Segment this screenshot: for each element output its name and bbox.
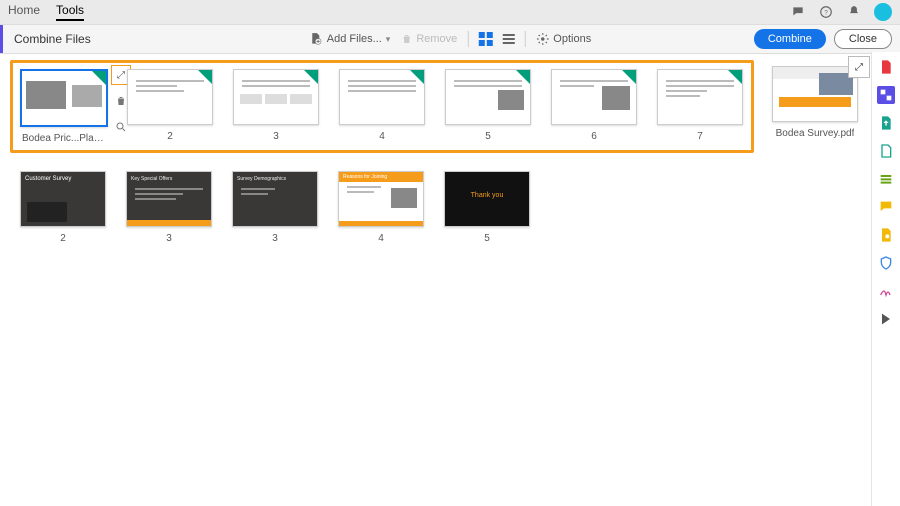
thumbnail-caption: 2 xyxy=(60,233,66,244)
top-bar: Home Tools ? xyxy=(0,0,900,24)
rail-pdf-icon[interactable] xyxy=(877,58,895,76)
svg-text:?: ? xyxy=(824,9,828,16)
tab-tools[interactable]: Tools xyxy=(56,3,84,21)
remove-button: Remove xyxy=(400,33,457,45)
top-icons: ? xyxy=(790,3,892,21)
rail-protect-icon[interactable] xyxy=(877,226,895,244)
slide-preview: Survey Demographics xyxy=(232,171,318,227)
grid-icon xyxy=(478,32,492,46)
toolbar-accent xyxy=(0,25,3,53)
thumbnail-caption: Bodea Survey.pdf xyxy=(776,128,855,139)
thumbnail[interactable]: 4 xyxy=(337,69,427,142)
thumbnail-caption: 2 xyxy=(167,131,173,142)
thumbnail[interactable]: Customer Survey 2 xyxy=(18,171,108,244)
expand-icon[interactable]: ⤢ xyxy=(848,56,870,78)
thumbnail-caption: 5 xyxy=(484,233,490,244)
list-view-button[interactable] xyxy=(502,34,514,44)
thumbnail-caption: 7 xyxy=(697,131,703,142)
slide-preview: Thank you xyxy=(444,171,530,227)
thumbnail-caption: 3 xyxy=(272,233,278,244)
rail-sign-icon[interactable] xyxy=(877,282,895,300)
add-files-label: Add Files... xyxy=(327,33,382,45)
rail-organize-icon[interactable] xyxy=(877,170,895,188)
thumbnail-caption: Bodea Pric...Plans.pptx xyxy=(22,133,106,144)
close-button[interactable]: Close xyxy=(834,29,892,49)
thumbnail[interactable]: 6 xyxy=(549,69,639,142)
add-files-button[interactable]: Add Files... ▾ xyxy=(309,32,391,46)
help-icon[interactable]: ? xyxy=(818,4,834,20)
slide-preview xyxy=(551,69,637,125)
chat-icon[interactable] xyxy=(790,4,806,20)
slide-preview xyxy=(657,69,743,125)
thumbnail[interactable]: 5 xyxy=(443,69,533,142)
bell-icon[interactable] xyxy=(846,4,862,20)
slide-preview xyxy=(127,69,213,125)
slide-preview xyxy=(233,69,319,125)
grid-view-button[interactable] xyxy=(478,32,492,46)
rail-export-icon[interactable] xyxy=(877,114,895,132)
toolbar: Combine Files Add Files... ▾ Remove Opti… xyxy=(0,24,900,54)
thumbnail-caption: 4 xyxy=(379,131,385,142)
rail-comment-icon[interactable] xyxy=(877,198,895,216)
chevron-down-icon: ▾ xyxy=(386,34,391,45)
slide-preview: Key Special Offers xyxy=(126,171,212,227)
file-group[interactable]: Customer Survey 2 Key Special Offers 3 S… xyxy=(10,163,862,252)
remove-label: Remove xyxy=(416,33,457,45)
slide-preview xyxy=(772,66,858,122)
thumbnail[interactable]: 2 xyxy=(125,69,215,142)
app-tabs: Home Tools xyxy=(8,3,84,21)
slide-preview xyxy=(339,69,425,125)
thumbnail[interactable]: Survey Demographics 3 xyxy=(230,171,320,244)
options-label: Options xyxy=(553,33,591,45)
rail-shield-icon[interactable] xyxy=(877,254,895,272)
slide-preview xyxy=(445,69,531,125)
slide-preview: Customer Survey xyxy=(20,171,106,227)
file-group-selected[interactable]: Bodea Pric...Plans.pptx ⤢ 2 3 4 xyxy=(10,60,754,153)
rail-more-icon[interactable] xyxy=(877,310,895,328)
divider xyxy=(467,31,468,47)
list-icon xyxy=(502,34,514,44)
avatar[interactable] xyxy=(874,3,892,21)
tab-home[interactable]: Home xyxy=(8,3,40,21)
thumbnail[interactable]: 3 xyxy=(231,69,321,142)
combine-button[interactable]: Combine xyxy=(754,29,826,49)
thumbnail-caption: 5 xyxy=(485,131,491,142)
thumbnail-caption: 3 xyxy=(273,131,279,142)
slide-preview: Reasons for Joining xyxy=(338,171,424,227)
thumbnail[interactable]: 7 xyxy=(655,69,745,142)
thumbnail-caption: 3 xyxy=(166,233,172,244)
thumbnail[interactable]: Thank you 5 xyxy=(442,171,532,244)
options-button[interactable]: Options xyxy=(535,32,591,46)
thumbnail-area: Bodea Pric...Plans.pptx ⤢ 2 3 4 xyxy=(0,52,872,506)
rail-create-icon[interactable] xyxy=(877,142,895,160)
thumbnail[interactable]: Reasons for Joining 4 xyxy=(336,171,426,244)
thumbnail-caption: 6 xyxy=(591,131,597,142)
thumbnail[interactable]: Bodea Pric...Plans.pptx ⤢ xyxy=(19,69,109,144)
toolbar-title: Combine Files xyxy=(14,32,91,46)
thumbnail[interactable]: Key Special Offers 3 xyxy=(124,171,214,244)
right-rail xyxy=(871,52,900,506)
rail-combine-icon[interactable] xyxy=(877,86,895,104)
slide-preview xyxy=(20,69,108,127)
divider xyxy=(524,31,525,47)
thumbnail-caption: 4 xyxy=(378,233,384,244)
thumbnail[interactable]: Bodea Survey.pdf ⤢ xyxy=(770,66,860,139)
